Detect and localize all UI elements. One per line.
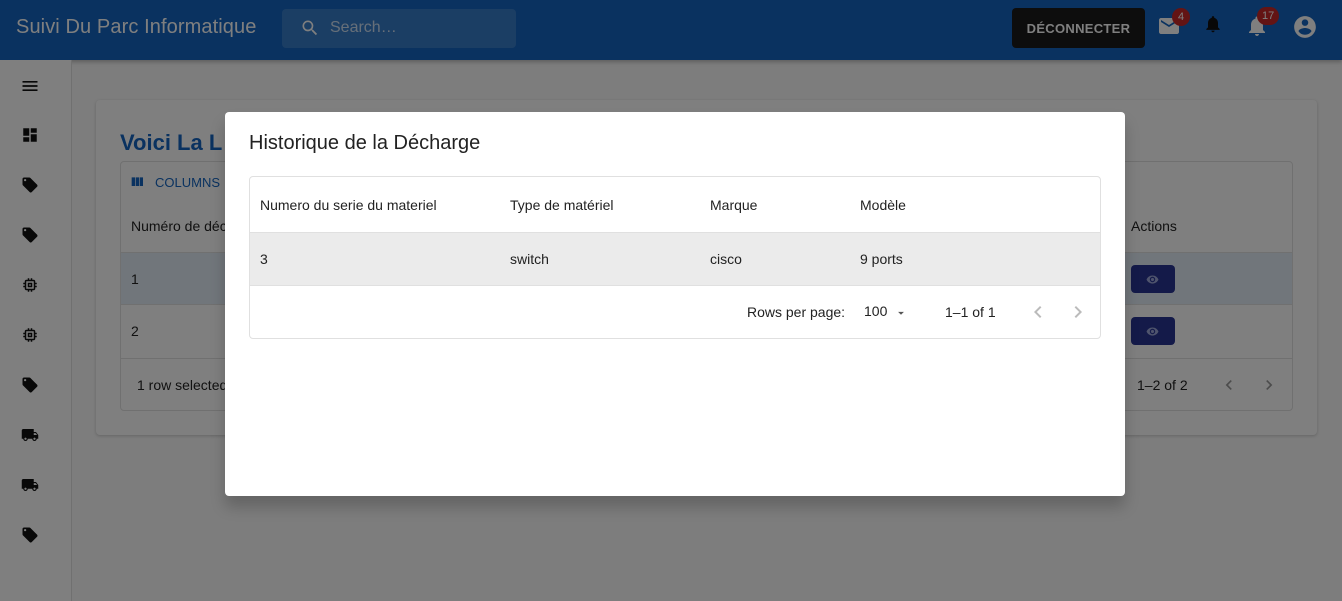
pagination-range: 1–1 of 1 — [945, 304, 996, 320]
table-row[interactable]: 3 switch cisco 9 ports — [250, 233, 1100, 286]
column-header-model[interactable]: Modèle — [860, 197, 906, 213]
dropdown-arrow-icon — [898, 311, 904, 315]
table-footer: Rows per page: 100 1–1 of 1 — [250, 286, 1100, 338]
discharge-history-dialog: Historique de la Décharge Numero du seri… — [225, 112, 1125, 496]
chevron-left-icon[interactable] — [1026, 300, 1050, 324]
rows-per-page-label: Rows per page: — [747, 304, 846, 320]
rows-per-page-value: 100 — [864, 303, 888, 319]
cell-brand: cisco — [710, 251, 742, 267]
table-header: Numero du serie du materiel Type de maté… — [250, 177, 1100, 233]
cell-type: switch — [510, 251, 549, 267]
cell-serial: 3 — [260, 251, 268, 267]
history-table: Numero du serie du materiel Type de maté… — [249, 176, 1101, 339]
dialog-title: Historique de la Décharge — [249, 132, 481, 154]
chevron-right-icon[interactable] — [1066, 300, 1090, 324]
column-header-type[interactable]: Type de matériel — [510, 197, 614, 213]
cell-model: 9 ports — [860, 251, 903, 267]
column-header-brand[interactable]: Marque — [710, 197, 757, 213]
column-header-serial[interactable]: Numero du serie du materiel — [260, 197, 437, 213]
rows-per-page-select[interactable]: 100 — [864, 303, 914, 323]
